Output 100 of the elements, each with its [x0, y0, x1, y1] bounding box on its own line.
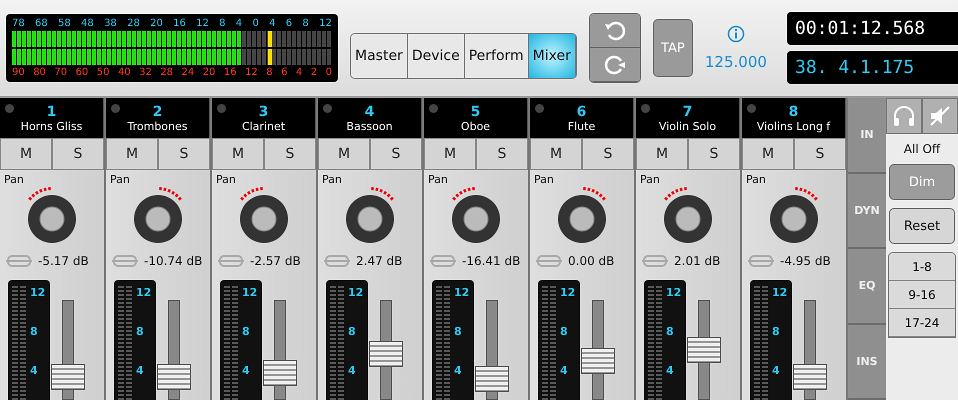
meter-scale-label: 12 [560, 286, 576, 299]
meter-scale-label: 4 [560, 364, 569, 377]
bank-button[interactable]: 17-24 [889, 309, 955, 337]
view-tab[interactable]: Master [351, 34, 408, 78]
tempo-readout: 125.000 [704, 53, 767, 71]
pan-label: Pan [110, 173, 130, 186]
bank-button[interactable]: 1-8 [889, 253, 955, 281]
meter-scale-label: 70 [54, 67, 68, 78]
mute-button[interactable]: M [0, 138, 52, 170]
meter-scale-label: 58 [58, 18, 71, 29]
view-tab[interactable]: Device [408, 34, 465, 78]
pan-label: Pan [746, 173, 766, 186]
fader-handle[interactable] [581, 348, 615, 374]
meter-scale-label: 4 [242, 364, 251, 377]
meter-scale-label: 4 [236, 18, 242, 29]
fader-handle[interactable] [157, 364, 191, 390]
led-icon [217, 104, 226, 113]
gain-readout: -5.17 dB [38, 254, 89, 268]
mute-button[interactable]: M [742, 138, 794, 170]
info-icon[interactable] [726, 25, 745, 43]
mute-button[interactable]: M [424, 138, 476, 170]
solo-button[interactable]: S [158, 138, 210, 170]
gain-readout: 2.47 dB [356, 254, 402, 268]
meter-scale-label: 20 [150, 18, 163, 29]
meter-scale-label: 24 [182, 67, 194, 78]
led-icon [5, 104, 14, 113]
peak-marker [268, 49, 272, 65]
bank-button[interactable]: 9-16 [889, 281, 955, 309]
meter-scale-label: 4 [772, 364, 781, 377]
fader-handle[interactable] [687, 337, 721, 363]
solo-button[interactable]: S [370, 138, 422, 170]
gain-readout: 0.00 dB [568, 254, 614, 268]
mute-button[interactable]: M [530, 138, 582, 170]
solo-button[interactable]: S [476, 138, 528, 170]
reset-button[interactable]: Reset [889, 208, 955, 244]
led-icon [111, 104, 120, 113]
headphones-icon [892, 105, 916, 127]
channel-number: 3 [258, 104, 268, 120]
meter-scale-label: 12 [666, 286, 682, 299]
fader-handle[interactable] [369, 340, 403, 367]
mute-button[interactable]: M [212, 138, 264, 170]
meter-scale-label: 4 [348, 364, 357, 377]
led-icon [747, 104, 756, 113]
view-tab[interactable]: Mixer [528, 34, 576, 78]
meter-scale-label: 60 [76, 67, 88, 78]
meter-scale-label: 4 [30, 364, 39, 377]
meter-scale-label: 68 [35, 18, 48, 29]
redo-button[interactable] [590, 48, 640, 82]
mute-speaker-button[interactable] [922, 98, 958, 134]
meter-scale-label: 4 [666, 364, 675, 377]
channel-name: Bassoon [346, 120, 393, 132]
view-tab[interactable]: Perform [464, 34, 529, 78]
solo-button[interactable]: S [52, 138, 104, 170]
fader-handle[interactable] [793, 364, 827, 390]
gain-readout: -10.74 dB [144, 254, 202, 268]
undo-button[interactable] [590, 14, 640, 48]
meter-scale-label: 20 [202, 67, 216, 78]
meter-scale-label: 48 [81, 18, 94, 29]
solo-button[interactable]: S [794, 138, 846, 170]
undo-icon [602, 18, 627, 42]
meter-scale-label: 0 [326, 67, 332, 78]
headphones-button[interactable] [886, 98, 922, 134]
meter-scale-label: 8 [219, 18, 226, 29]
meter-scale-label: 12 [319, 18, 332, 29]
meter-scale-label: 16 [224, 67, 237, 78]
fader-handle[interactable] [475, 366, 509, 392]
channel-name: Violin Solo [658, 120, 716, 132]
fader-handle[interactable] [263, 360, 297, 386]
meter-scale-label: 12 [196, 18, 209, 29]
solo-button[interactable]: S [688, 138, 740, 170]
time-display: 00:01:12.568 [787, 12, 958, 45]
meter-scale-label: 8 [560, 325, 569, 338]
mute-button[interactable]: M [106, 138, 158, 170]
gain-readout: -2.57 dB [250, 254, 301, 268]
peak-marker [268, 31, 272, 47]
channel-number: 8 [788, 104, 798, 120]
meter-scale-label: 4 [136, 364, 145, 377]
meter-scale-label: 12 [348, 286, 364, 299]
meter-scale-label: 16 [173, 18, 186, 29]
meter-scale-label: 32 [139, 67, 152, 78]
channel-name: Clarinet [242, 120, 286, 132]
channel-number: 2 [152, 104, 162, 120]
mute-button[interactable]: M [318, 138, 370, 170]
meter-scale-label: 8 [136, 325, 145, 338]
channel-name: Flute [568, 120, 596, 132]
fader-handle[interactable] [51, 364, 85, 390]
meter-scale-label: 12 [245, 67, 258, 78]
meter-scale-label: 38 [104, 18, 117, 29]
meter-scale-label: 4 [296, 67, 302, 78]
meter-scale-label: 28 [127, 18, 140, 29]
mute-button[interactable]: M [636, 138, 688, 170]
channel-number: 5 [470, 104, 480, 120]
meter-scale-label: 8 [772, 325, 781, 338]
meter-scale-label: 50 [96, 67, 110, 78]
meter-scale-label: 28 [160, 67, 174, 78]
solo-button[interactable]: S [582, 138, 634, 170]
solo-button[interactable]: S [264, 138, 316, 170]
meter-scale-label: 40 [118, 67, 131, 78]
meter-scale-label: 4 [454, 364, 463, 377]
channel-number: 4 [364, 104, 374, 120]
